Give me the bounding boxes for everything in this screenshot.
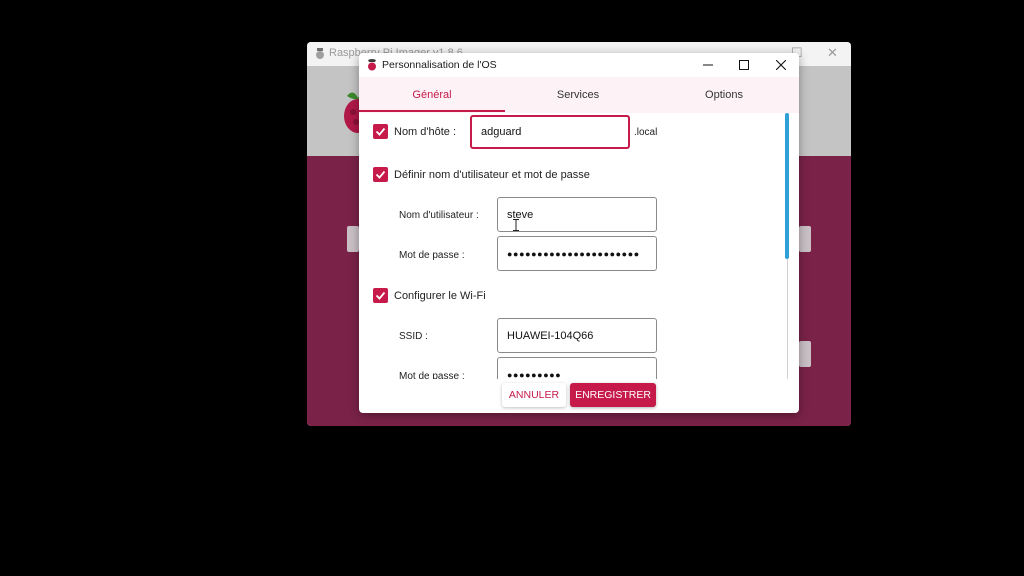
- active-tab-indicator: [359, 110, 505, 112]
- minimize-button[interactable]: [693, 55, 723, 75]
- text-cursor-icon: [513, 219, 519, 231]
- password-label: Mot de passe :: [399, 250, 465, 261]
- maximize-icon: [739, 60, 749, 70]
- scrollbar-track: [787, 259, 788, 379]
- wifi-password-label: Mot de passe :: [399, 371, 465, 379]
- hostname-input[interactable]: adguard: [470, 115, 630, 149]
- close-icon: [776, 60, 786, 70]
- wifi-password-input[interactable]: ●●●●●●●●●: [497, 357, 657, 379]
- username-input[interactable]: steve: [497, 197, 657, 232]
- next-button[interactable]: [799, 341, 811, 367]
- check-icon: [375, 170, 386, 179]
- set-user-label: Définir nom d'utilisateur et mot de pass…: [394, 169, 590, 181]
- save-button[interactable]: ENREGISTRER: [570, 383, 656, 407]
- close-button[interactable]: [766, 55, 796, 75]
- cancel-button[interactable]: ANNULER: [502, 383, 566, 407]
- wifi-label: Configurer le Wi-Fi: [394, 290, 486, 302]
- tab-general[interactable]: Général: [359, 77, 505, 113]
- ssid-label: SSID :: [399, 331, 428, 342]
- choose-device-button[interactable]: [347, 226, 359, 252]
- username-label: Nom d'utilisateur :: [399, 210, 479, 221]
- dialog-titlebar: Personnalisation de l'OS: [359, 53, 799, 77]
- raspberry-pi-icon: [316, 48, 324, 59]
- settings-panel: Nom d'hôte : adguard .local Définir nom …: [359, 113, 783, 379]
- set-user-checkbox[interactable]: [373, 167, 388, 182]
- tab-bar: Général Services Options: [359, 77, 799, 113]
- tab-services[interactable]: Services: [505, 77, 651, 113]
- password-input[interactable]: ●●●●●●●●●●●●●●●●●●●●●●: [497, 236, 657, 271]
- tab-options[interactable]: Options: [651, 77, 797, 113]
- minimize-icon: [703, 64, 713, 66]
- choose-storage-button[interactable]: [799, 226, 811, 252]
- wifi-checkbox[interactable]: [373, 288, 388, 303]
- os-customisation-dialog: Personnalisation de l'OS Général Service…: [359, 53, 799, 413]
- raspberry-pi-icon: [368, 59, 376, 71]
- close-icon[interactable]: ✕: [827, 45, 838, 61]
- ssid-input[interactable]: HUAWEI-104Q66: [497, 318, 657, 353]
- scrollbar-thumb[interactable]: [785, 113, 789, 259]
- maximize-button[interactable]: [729, 55, 759, 75]
- hostname-checkbox[interactable]: [373, 124, 388, 139]
- hostname-suffix: .local: [634, 127, 658, 138]
- check-icon: [375, 291, 386, 300]
- check-icon: [375, 127, 386, 136]
- dialog-title: Personnalisation de l'OS: [382, 59, 497, 71]
- hostname-label: Nom d'hôte :: [394, 126, 457, 138]
